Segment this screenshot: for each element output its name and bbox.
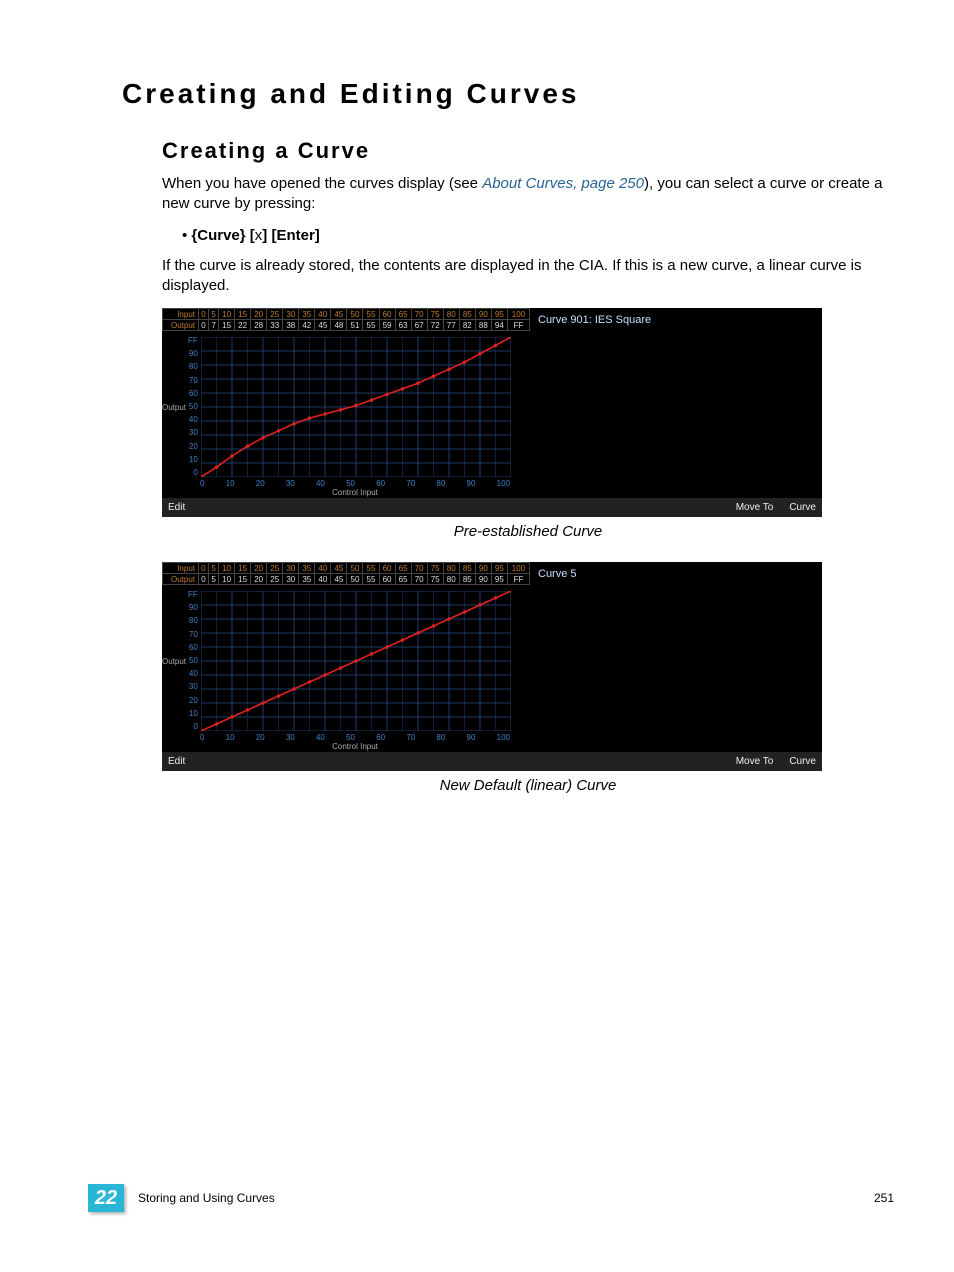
curve-button[interactable]: Curve <box>789 502 816 513</box>
io-row-input: Input05101520253035404550556065707580859… <box>163 563 530 574</box>
move-to-button[interactable]: Move To <box>736 502 774 513</box>
intro-pre: When you have opened the curves display … <box>162 175 482 192</box>
section-heading: Creating a Curve <box>162 138 894 164</box>
io-table-1: Input05101520253035404550556065707580859… <box>162 308 530 331</box>
curve-button[interactable]: Curve <box>789 756 816 767</box>
page-footer: 22 Storing and Using Curves 251 <box>0 1184 954 1212</box>
io-row-output: Output0510152025303540455055606570758085… <box>163 574 530 585</box>
x-axis-label-2: Control Input <box>200 742 510 751</box>
key-seq-b2: ] [Enter] <box>262 227 320 244</box>
caption-2: New Default (linear) Curve <box>162 777 894 794</box>
key-sequence: {Curve} [x] [Enter] <box>198 227 894 244</box>
key-seq-b1: {Curve} [ <box>191 227 254 244</box>
curve-editor-1: Input05101520253035404550556065707580859… <box>162 308 822 517</box>
move-to-button[interactable]: Move To <box>736 756 774 767</box>
x-ticks-1: 0102030405060708090100 <box>200 479 510 488</box>
curve-title-2: Curve 5 <box>538 568 814 580</box>
about-curves-link[interactable]: About Curves, page 250 <box>482 175 644 192</box>
footer-title: Storing and Using Curves <box>138 1191 874 1205</box>
x-ticks-2: 0102030405060708090100 <box>200 733 510 742</box>
curve-title-1: Curve 901: IES Square <box>538 314 814 326</box>
curve-editor-2: Input05101520253035404550556065707580859… <box>162 562 822 771</box>
edit-button[interactable]: Edit <box>168 756 720 767</box>
io-table-2: Input05101520253035404550556065707580859… <box>162 562 530 585</box>
y-axis-label-2: Output <box>162 591 188 731</box>
page-heading: Creating and Editing Curves <box>122 78 894 110</box>
paragraph-2: If the curve is already stored, the cont… <box>162 256 894 297</box>
y-ticks-1: FF9080706050403020100 <box>188 337 201 477</box>
y-axis-label-1: Output <box>162 337 188 477</box>
curve-graph-1 <box>201 337 511 477</box>
io-row-output: Output0715222833384245485155596367727782… <box>163 320 530 331</box>
y-ticks-2: FF9080706050403020100 <box>188 591 201 731</box>
caption-1: Pre-established Curve <box>162 523 894 540</box>
intro-paragraph: When you have opened the curves display … <box>162 174 894 215</box>
io-row-input: Input05101520253035404550556065707580859… <box>163 309 530 320</box>
chapter-number: 22 <box>88 1184 124 1212</box>
curve-graph-2 <box>201 591 511 731</box>
x-axis-label-1: Control Input <box>200 488 510 497</box>
status-bar-1: Edit Move To Curve <box>162 497 822 517</box>
page-number: 251 <box>874 1191 894 1205</box>
edit-button[interactable]: Edit <box>168 502 720 513</box>
status-bar-2: Edit Move To Curve <box>162 751 822 771</box>
